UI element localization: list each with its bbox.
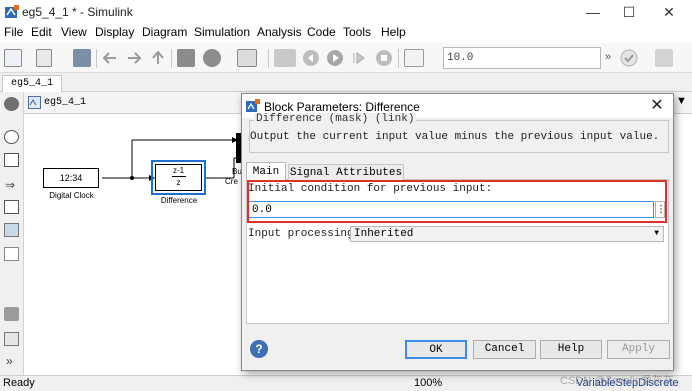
digital-clock-block[interactable]: 12:34	[43, 168, 99, 188]
new-model-icon[interactable]	[4, 49, 22, 67]
menu-code[interactable]: Code	[307, 25, 336, 39]
menu-view[interactable]: View	[61, 25, 87, 39]
menu-tools[interactable]: Tools	[343, 25, 371, 39]
annotation-icon[interactable]	[4, 200, 19, 214]
model-advisor-icon[interactable]	[620, 49, 638, 67]
hide-explorer-icon[interactable]	[4, 97, 19, 111]
breadcrumb-model[interactable]: eg5_4_1	[44, 97, 86, 108]
update-diagram-icon[interactable]	[274, 49, 296, 67]
toolbar-overflow[interactable]: »	[605, 51, 611, 63]
signal-lines	[102, 133, 241, 181]
tab-model[interactable]: eg5_4_1	[2, 75, 63, 92]
input-processing-value: Inherited	[354, 228, 414, 240]
difference-block-selection[interactable]: z-1 z	[151, 160, 206, 195]
cancel-button[interactable]: Cancel	[473, 340, 536, 359]
title-bar: eg5_4_1 * - Simulink — ☐ ✕	[0, 0, 692, 24]
menu-help[interactable]: Help	[381, 25, 406, 39]
toolbar: 10.0 »	[0, 43, 692, 73]
highlight-box	[247, 180, 667, 223]
menu-diagram[interactable]: Diagram	[142, 25, 187, 39]
open-icon[interactable]	[36, 49, 52, 67]
step-back-icon[interactable]	[302, 49, 320, 67]
difference-block[interactable]: z-1 z	[155, 164, 202, 191]
status-text: Ready	[3, 377, 35, 389]
stop-time-field[interactable]: 10.0	[443, 47, 601, 69]
menu-simulation[interactable]: Simulation	[194, 25, 250, 39]
difference-denominator: z	[176, 178, 181, 187]
area-icon[interactable]	[4, 247, 19, 261]
arrow-icon[interactable]: ⇒	[5, 178, 15, 192]
model-browser-icon[interactable]	[4, 332, 19, 346]
toolbar-separator	[171, 49, 172, 68]
maximize-button[interactable]: ☐	[614, 2, 644, 22]
minimize-button[interactable]: —	[578, 2, 608, 22]
chevron-down-icon: ▼	[654, 229, 659, 238]
simulink-dialog-icon	[246, 99, 260, 112]
difference-numerator: z-1	[172, 166, 185, 175]
digital-clock-label: Digital Clock	[49, 191, 94, 200]
expand-palette-icon[interactable]: »	[6, 354, 13, 368]
input-processing-select[interactable]: Inherited ▼	[350, 226, 664, 242]
apply-button[interactable]: Apply	[607, 340, 670, 359]
forward-icon[interactable]	[126, 51, 142, 65]
library-browser-icon[interactable]	[177, 49, 195, 67]
stop-icon[interactable]	[375, 49, 393, 67]
image-icon[interactable]	[4, 223, 19, 237]
settings-gear-icon[interactable]	[203, 49, 221, 67]
help-icon[interactable]: ?	[250, 340, 268, 358]
toolbar-separator	[268, 49, 269, 68]
partial-block-label: Cre	[225, 177, 238, 186]
ok-button[interactable]: OK	[405, 340, 467, 359]
close-window-button[interactable]: ✕	[654, 2, 684, 22]
left-palette: ⇒ »	[0, 92, 24, 375]
model-tab-strip: eg5_4_1	[0, 73, 692, 92]
menu-bar: File Edit View Display Diagram Simulatio…	[0, 24, 692, 43]
dialog-close-button[interactable]: ✕	[646, 96, 668, 116]
model-icon	[28, 96, 41, 109]
breadcrumb-menu-chevron-icon[interactable]: ▼	[676, 95, 687, 107]
help-button[interactable]: Help	[540, 340, 602, 359]
step-forward-icon[interactable]	[350, 49, 368, 67]
tab-main[interactable]: Main	[246, 162, 286, 180]
run-icon[interactable]	[326, 49, 344, 67]
save-icon[interactable]	[73, 49, 91, 67]
mask-title: Difference (mask) (link)	[254, 113, 417, 125]
back-icon[interactable]	[102, 51, 118, 65]
window-title: eg5_4_1 * - Simulink	[22, 5, 133, 19]
scope-icon[interactable]	[404, 49, 424, 67]
menu-display[interactable]: Display	[95, 25, 134, 39]
toolbar-separator	[398, 49, 399, 68]
menu-file[interactable]: File	[4, 25, 23, 39]
up-icon[interactable]	[150, 50, 166, 66]
block-parameters-dialog: Block Parameters: Difference ✕ Differenc…	[241, 93, 674, 371]
zoom-level: 100%	[414, 377, 443, 389]
mask-description: Output the current input value minus the…	[250, 131, 660, 143]
watermark: CSDN @Zevalin爱灰灰	[560, 375, 674, 387]
menu-analysis[interactable]: Analysis	[257, 25, 302, 39]
mask-description-group: Difference (mask) (link) Output the curr…	[249, 113, 669, 153]
status-bar: Ready 100% VariableStepDiscrete CSDN @Ze…	[0, 375, 692, 391]
toolbar-separator	[96, 49, 97, 68]
tab-signal-attributes[interactable]: Signal Attributes	[288, 164, 404, 180]
fit-to-view-icon[interactable]	[4, 153, 19, 167]
camera-icon[interactable]	[4, 307, 19, 321]
dialog-title: Block Parameters: Difference	[264, 100, 420, 114]
clock-display: 12:34	[59, 173, 83, 183]
simulink-app-icon	[5, 5, 19, 18]
zoom-icon[interactable]	[4, 130, 19, 144]
model-explorer-icon[interactable]	[237, 49, 257, 67]
menu-edit[interactable]: Edit	[31, 25, 52, 39]
difference-label: Difference	[160, 196, 198, 205]
grid-options-icon[interactable]	[655, 49, 673, 67]
input-processing-label: Input processing:	[248, 228, 361, 240]
